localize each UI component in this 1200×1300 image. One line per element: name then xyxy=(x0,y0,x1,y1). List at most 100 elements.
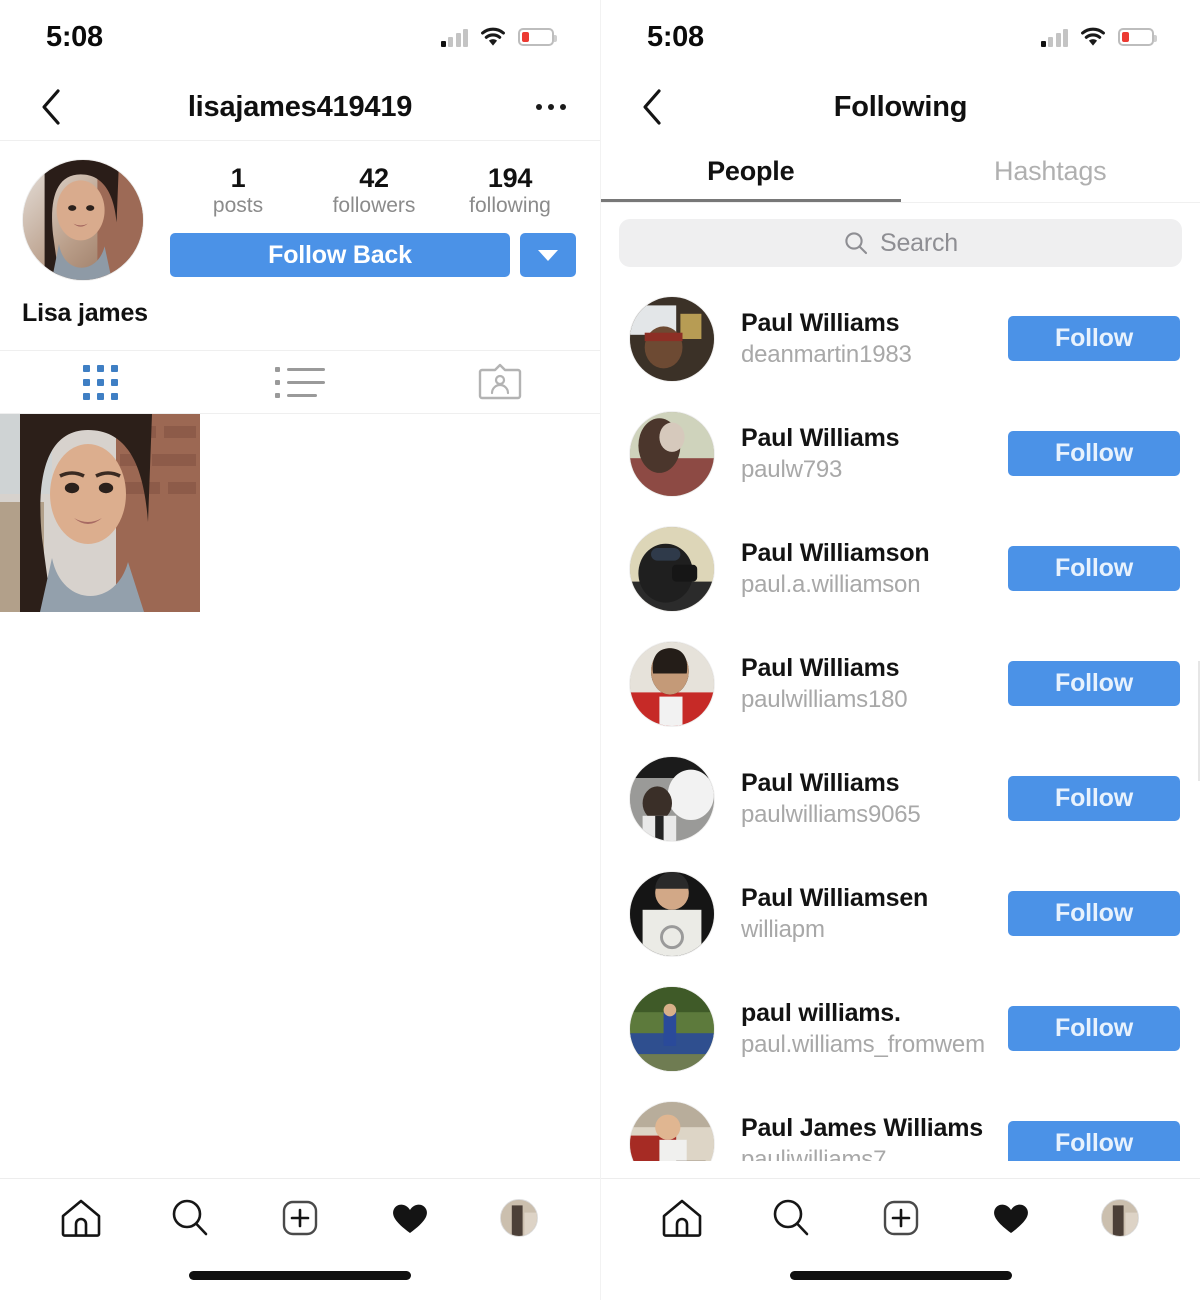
profile-avatar[interactable] xyxy=(22,159,144,281)
list-item[interactable]: Paul Williams paulwilliams9065 Follow xyxy=(601,741,1200,856)
nav-add-post-button[interactable] xyxy=(267,1188,333,1248)
user-info: Paul Williams paulw793 xyxy=(715,422,1008,486)
list-item[interactable]: paul williams. paul.williams_fromwem Fol… xyxy=(601,971,1200,1086)
profile-header: 1 posts 42 followers 194 following Follo… xyxy=(0,141,600,281)
user-info: Paul James Williams pauljwilliams7 xyxy=(715,1112,1008,1161)
following-list-container[interactable]: Paul Williams deanmartin1983 Follow Paul… xyxy=(601,281,1200,1161)
back-button[interactable] xyxy=(34,87,68,127)
post-image xyxy=(0,414,200,612)
avatar[interactable] xyxy=(629,295,715,382)
avatar[interactable] xyxy=(629,1100,715,1161)
tab-grid[interactable] xyxy=(0,351,200,413)
profile-avatar-icon xyxy=(500,1199,539,1237)
avatar-image xyxy=(630,871,714,956)
status-time: 5:08 xyxy=(647,20,704,53)
follow-button[interactable]: Follow xyxy=(1008,891,1180,936)
stat-following[interactable]: 194 following xyxy=(442,163,578,219)
status-bar-left: 5:08 xyxy=(0,0,600,74)
list-item[interactable]: Paul Williamson paul.a.williamson Follow xyxy=(601,511,1200,626)
avatar-image xyxy=(23,160,143,280)
user-handle: paulw793 xyxy=(741,456,843,484)
tab-hashtags[interactable]: Hashtags xyxy=(901,140,1200,202)
list-icon xyxy=(275,366,325,398)
user-handle: williapm xyxy=(741,916,825,944)
right-phone-panel: 5:08 Following People Hashtags Search Pa… xyxy=(600,0,1200,1300)
follow-button[interactable]: Follow xyxy=(1008,661,1180,706)
user-handle: deanmartin1983 xyxy=(741,341,912,369)
user-info: Paul Williamsen williapm xyxy=(715,882,1008,946)
chevron-down-icon xyxy=(538,249,558,261)
follow-back-button[interactable]: Follow Back xyxy=(170,233,510,278)
home-indicator xyxy=(189,1271,411,1280)
list-item[interactable]: Paul Williams paulw793 Follow xyxy=(601,396,1200,511)
search-icon xyxy=(845,232,868,255)
follow-button[interactable]: Follow xyxy=(1008,776,1180,821)
stat-followers[interactable]: 42 followers xyxy=(306,163,442,219)
wifi-icon xyxy=(481,27,505,46)
user-handle: paulwilliams180 xyxy=(741,686,908,714)
battery-low-icon xyxy=(518,28,557,46)
cellular-signal-icon xyxy=(1040,28,1068,47)
user-handle: paulwilliams9065 xyxy=(741,801,921,829)
avatar[interactable] xyxy=(629,410,715,497)
avatar[interactable] xyxy=(629,985,715,1072)
nav-profile-button[interactable] xyxy=(486,1188,552,1248)
tab-list[interactable] xyxy=(200,351,400,413)
posts-count: 1 xyxy=(230,163,246,193)
list-item[interactable]: Paul Williams paulwilliams180 Follow xyxy=(601,626,1200,741)
ellipsis-icon xyxy=(548,104,554,110)
heart-icon xyxy=(392,1204,427,1233)
tab-tagged[interactable] xyxy=(400,351,600,413)
tab-people[interactable]: People xyxy=(601,140,901,202)
user-info: Paul Williams paulwilliams180 xyxy=(715,652,1008,716)
avatar[interactable] xyxy=(629,640,715,727)
user-list: Paul Williams deanmartin1983 Follow Paul… xyxy=(601,281,1200,1161)
nav-search-button[interactable] xyxy=(758,1188,824,1248)
avatar[interactable] xyxy=(629,755,715,842)
follow-button[interactable]: Follow xyxy=(1008,431,1180,476)
search-placeholder: Search xyxy=(879,228,958,257)
follow-button[interactable]: Follow xyxy=(1008,546,1180,591)
search-input[interactable]: Search xyxy=(619,219,1182,267)
list-item[interactable]: Paul Williamsen williapm Follow xyxy=(601,856,1200,971)
status-bar-right: 5:08 xyxy=(601,0,1200,74)
user-info: paul williams. paul.williams_fromwem xyxy=(715,997,1008,1061)
user-name: Paul Williamsen xyxy=(741,883,929,912)
user-name: Paul Williamson xyxy=(741,538,930,567)
avatar[interactable] xyxy=(629,870,715,957)
nav-profile-button[interactable] xyxy=(1087,1188,1153,1248)
profile-stats-actions: 1 posts 42 followers 194 following Follo… xyxy=(144,159,578,281)
profile-avatar-icon xyxy=(1101,1199,1140,1237)
avatar-image xyxy=(630,641,714,726)
more-options-button[interactable] xyxy=(536,87,566,127)
nav-activity-button[interactable] xyxy=(377,1188,443,1248)
avatar-image xyxy=(630,526,714,611)
list-item[interactable]: Paul James Williams pauljwilliams7 Follo… xyxy=(601,1086,1200,1161)
nav-add-post-button[interactable] xyxy=(868,1188,934,1248)
nav-activity-button[interactable] xyxy=(978,1188,1044,1248)
left-nav-bar: lisajames419419 xyxy=(0,74,600,140)
follow-button[interactable]: Follow xyxy=(1008,316,1180,361)
stat-posts[interactable]: 1 posts xyxy=(170,163,306,219)
user-name: Paul Williams xyxy=(741,653,900,682)
back-button[interactable] xyxy=(635,87,669,127)
follow-button[interactable]: Follow xyxy=(1008,1121,1180,1161)
nav-home-button[interactable] xyxy=(649,1188,715,1248)
avatar[interactable] xyxy=(629,525,715,612)
followers-label: followers xyxy=(332,194,416,218)
profile-dropdown-button[interactable] xyxy=(520,233,576,278)
nav-home-button[interactable] xyxy=(48,1188,114,1248)
post-thumbnail[interactable] xyxy=(0,414,200,612)
list-item[interactable]: Paul Williams deanmartin1983 Follow xyxy=(601,281,1200,396)
user-name: Paul Williams xyxy=(741,423,900,452)
follow-button[interactable]: Follow xyxy=(1008,1006,1180,1051)
active-tab-underline xyxy=(601,199,901,202)
ellipsis-icon xyxy=(560,104,566,110)
user-name: paul williams. xyxy=(741,998,901,1027)
user-info: Paul Williams deanmartin1983 xyxy=(715,307,1008,371)
nav-search-button[interactable] xyxy=(157,1188,223,1248)
bottom-tab-row xyxy=(0,1179,600,1257)
status-time: 5:08 xyxy=(46,20,103,53)
add-post-icon xyxy=(883,1200,919,1236)
heart-icon xyxy=(993,1204,1028,1233)
